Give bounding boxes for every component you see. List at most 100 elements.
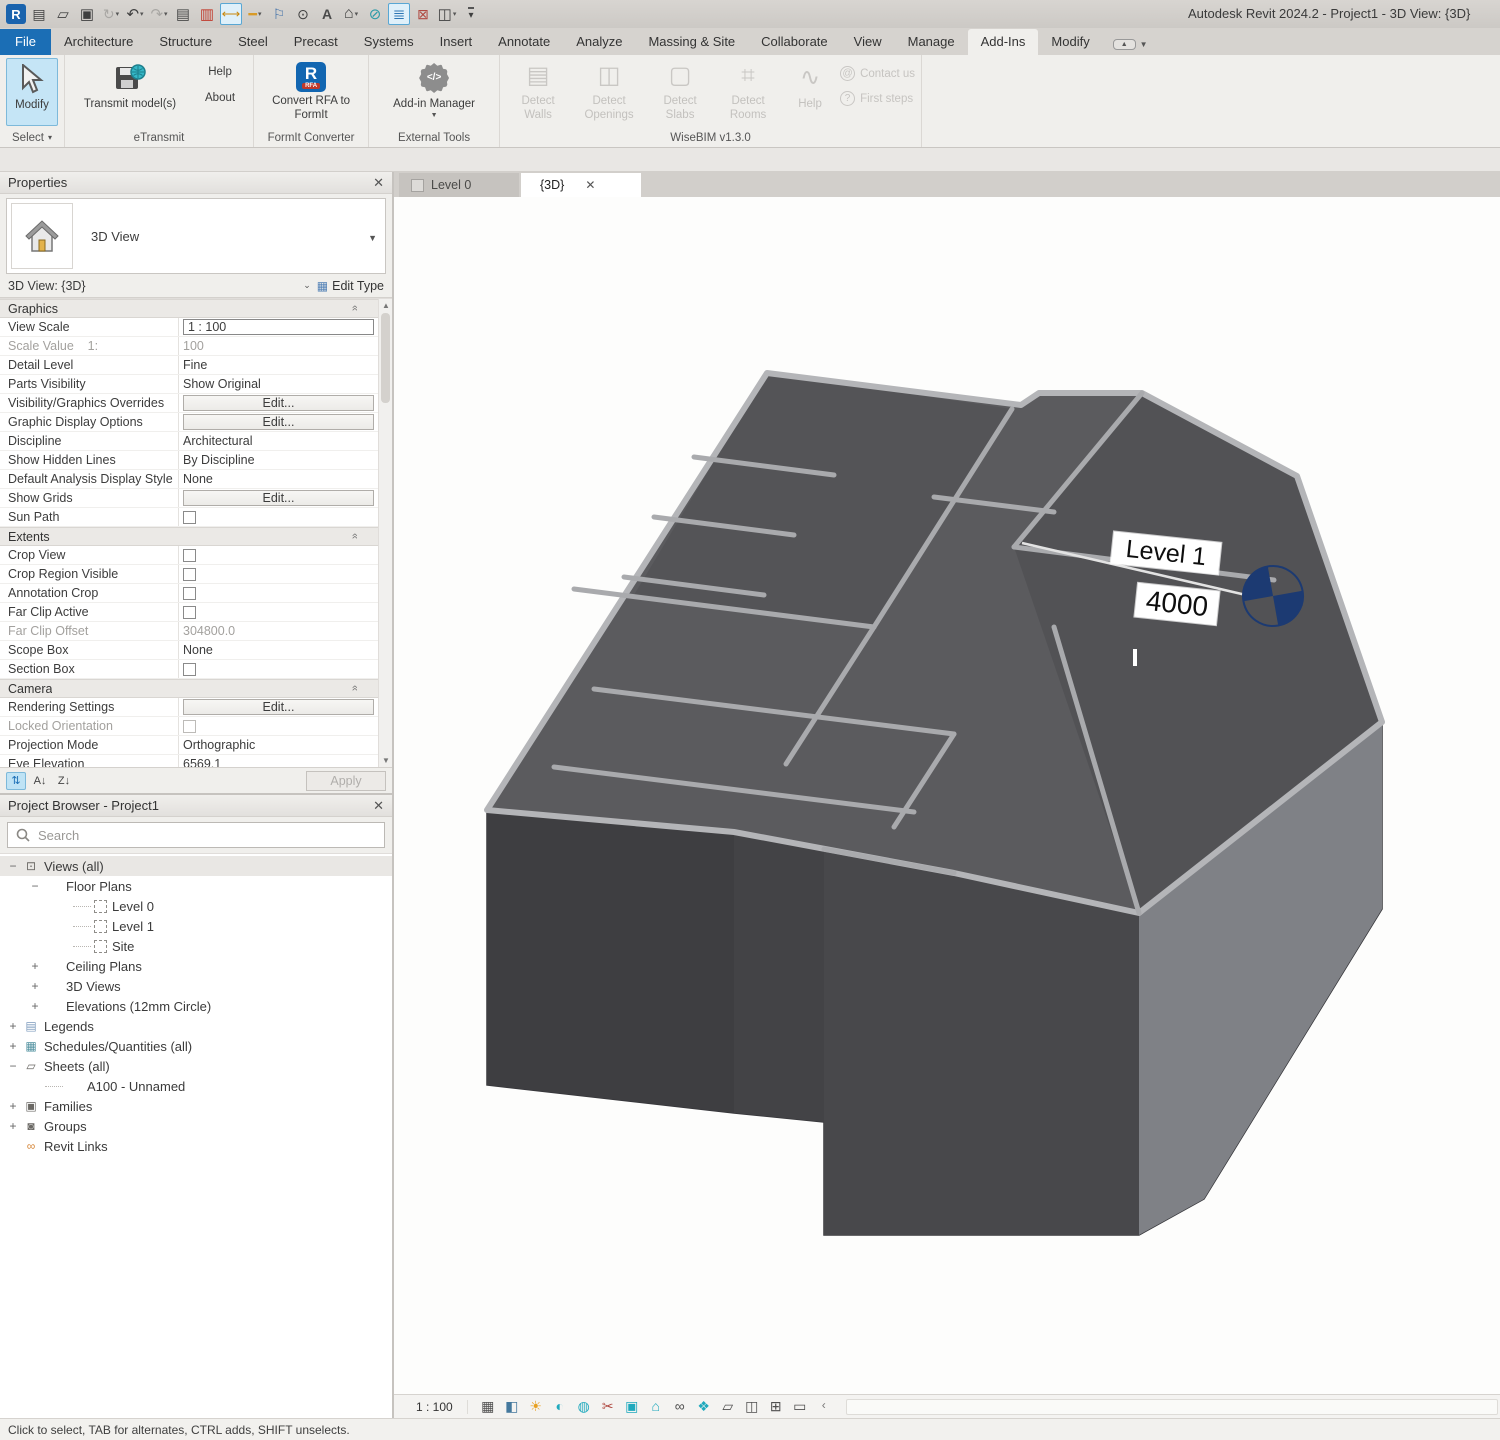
sort-za-icon[interactable]: Z↓ — [54, 772, 74, 790]
tree-expander[interactable]: − — [8, 1059, 18, 1073]
properties-scrollbar[interactable]: ▲ ▼ — [378, 299, 392, 767]
crop-region-icon[interactable]: ▣ — [620, 1398, 644, 1415]
first-steps-button[interactable]: ? First steps — [840, 91, 915, 106]
tree-level-1[interactable]: Level 1 — [0, 916, 392, 936]
ribbon-minimize-icon[interactable]: ▲ — [1113, 39, 1136, 50]
3d-model[interactable] — [394, 197, 1499, 1393]
properties-close-icon[interactable]: ✕ — [373, 175, 384, 191]
tab-insert[interactable]: Insert — [427, 29, 486, 55]
tree-a100-unnamed[interactable]: A100 - Unnamed — [0, 1076, 392, 1096]
ribbon-minimize-dropdown-icon[interactable]: ▼ — [1140, 40, 1148, 49]
tree-views-all[interactable]: − Views (all) — [0, 856, 392, 876]
tab-view[interactable]: View — [841, 29, 895, 55]
3d-viewport[interactable]: Level 1 4000 — [394, 197, 1500, 1394]
shadows-icon[interactable]: ◐ — [548, 1398, 572, 1415]
transmit-models-button[interactable]: Transmit model(s) — [71, 58, 189, 126]
switch-windows-icon[interactable] — [436, 3, 458, 25]
reveal-hidden-icon[interactable]: ∞ — [668, 1398, 692, 1415]
browser-search-input[interactable]: Search — [7, 822, 385, 848]
tree-expander[interactable]: − — [8, 859, 18, 873]
tree-ceiling-plans[interactable]: + Ceiling Plans — [0, 956, 392, 976]
tab-massing-site[interactable]: Massing & Site — [635, 29, 748, 55]
project-browser-close-icon[interactable]: ✕ — [373, 798, 384, 814]
wisebim-help-button[interactable]: ∿ Help — [784, 58, 836, 126]
tab-structure[interactable]: Structure — [146, 29, 225, 55]
crop-view-icon[interactable]: ✂ — [596, 1398, 620, 1415]
undo-icon[interactable] — [124, 3, 146, 25]
addin-manager-button[interactable]: </> Add-in Manager ▼ — [375, 58, 493, 126]
tree-floor-plans[interactable]: − Floor Plans — [0, 876, 392, 896]
tree-legends[interactable]: + Legends — [0, 1016, 392, 1036]
spot-elevation-icon[interactable] — [292, 3, 314, 25]
revit-logo[interactable]: R — [6, 4, 26, 24]
highlight-displacement-icon[interactable]: ◫ — [740, 1398, 764, 1415]
apply-button[interactable]: Apply — [306, 771, 386, 791]
redo-icon[interactable] — [148, 3, 170, 25]
instance-dropdown-icon[interactable]: ⌄ — [303, 280, 311, 291]
select-panel-caption[interactable]: Select▾ — [0, 128, 64, 147]
print-icon[interactable] — [172, 3, 194, 25]
open-icon[interactable] — [52, 3, 74, 25]
detect-openings-button[interactable]: ◫ Detect Openings — [574, 58, 644, 126]
tree-expander[interactable]: + — [30, 979, 40, 993]
contact-us-button[interactable]: @ Contact us — [840, 66, 915, 81]
tab-precast[interactable]: Precast — [281, 29, 351, 55]
close-inactive-icon[interactable] — [412, 3, 434, 25]
transfer-doc-icon[interactable] — [196, 3, 218, 25]
tab-add-ins[interactable]: Add-Ins — [968, 29, 1039, 55]
tab-steel[interactable]: Steel — [225, 29, 281, 55]
tree-expander[interactable]: − — [30, 879, 40, 893]
sort-az-icon[interactable]: A↓ — [30, 772, 50, 790]
horizontal-scrollbar[interactable] — [846, 1399, 1498, 1415]
detect-slabs-button[interactable]: ▢ Detect Slabs — [648, 58, 712, 126]
aligned-dimension-icon[interactable] — [220, 3, 242, 25]
collapse-viewbar-icon[interactable]: ‹ — [812, 1398, 836, 1415]
type-selector[interactable]: 3D View ▼ — [6, 198, 386, 274]
tree-expander[interactable]: + — [30, 999, 40, 1013]
temporary-view-properties-icon[interactable]: ❖ — [692, 1398, 716, 1415]
tree-revit-links[interactable]: Revit Links — [0, 1136, 392, 1156]
detect-rooms-button[interactable]: ⌗ Detect Rooms — [716, 58, 780, 126]
viewtab-level-0[interactable]: Level 0 ✕ — [399, 173, 519, 197]
modify-button[interactable]: Modify — [6, 58, 58, 126]
tree-schedules[interactable]: + Schedules/Quantities (all) — [0, 1036, 392, 1056]
tree-sheets[interactable]: − Sheets (all) — [0, 1056, 392, 1076]
viewtab-3d[interactable]: {3D} ✕ — [521, 173, 641, 197]
etransmit-about-button[interactable]: About — [199, 90, 241, 108]
thin-lines-icon[interactable] — [388, 3, 410, 25]
text-icon[interactable] — [316, 3, 338, 25]
tree-expander[interactable]: + — [8, 1019, 18, 1033]
tab-collaborate[interactable]: Collaborate — [748, 29, 841, 55]
section-icon[interactable] — [364, 3, 386, 25]
detail-level-icon[interactable]: ▦ — [476, 1398, 500, 1415]
tree-3d-views[interactable]: + 3D Views — [0, 976, 392, 996]
tree-groups[interactable]: + Groups — [0, 1116, 392, 1136]
tree-elevations[interactable]: + Elevations (12mm Circle) — [0, 996, 392, 1016]
tab-analyze[interactable]: Analyze — [563, 29, 635, 55]
detect-walls-button[interactable]: ▤ Detect Walls — [506, 58, 570, 126]
tree-families[interactable]: + Families — [0, 1096, 392, 1116]
convert-rfa-button[interactable]: RRFA Convert RFA to FormIt — [260, 58, 362, 126]
sun-path-icon[interactable]: ☀ — [524, 1398, 548, 1415]
tab-systems[interactable]: Systems — [351, 29, 427, 55]
tree-expander[interactable]: + — [8, 1099, 18, 1113]
tab-architecture[interactable]: Architecture — [51, 29, 146, 55]
sort-default-icon[interactable]: ⇅ — [6, 772, 26, 790]
ribbon-minimize-control[interactable]: ▲ ▼ — [1113, 39, 1148, 55]
reveal-constraints-icon[interactable]: ⊞ — [764, 1398, 788, 1415]
render-icon[interactable]: ◍ — [572, 1398, 596, 1415]
view-scale-control[interactable]: 1 : 100 — [412, 1400, 468, 1414]
etransmit-help-button[interactable]: Help — [199, 64, 241, 82]
customize-qat-icon[interactable] — [460, 3, 482, 25]
tree-level-0[interactable]: Level 0 — [0, 896, 392, 916]
view-tab-close-icon[interactable]: ✕ — [585, 178, 595, 192]
tree-expander[interactable]: + — [8, 1039, 18, 1053]
tag-icon[interactable] — [268, 3, 290, 25]
tab-file[interactable]: File — [0, 29, 51, 55]
visual-style-icon[interactable]: ◧ — [500, 1398, 524, 1415]
hide-analytical-icon[interactable]: ▱ — [716, 1398, 740, 1415]
tree-expander[interactable]: + — [30, 959, 40, 973]
sync-icon[interactable] — [100, 3, 122, 25]
worksharing-icon[interactable]: ▭ — [788, 1398, 812, 1415]
tab-manage[interactable]: Manage — [895, 29, 968, 55]
